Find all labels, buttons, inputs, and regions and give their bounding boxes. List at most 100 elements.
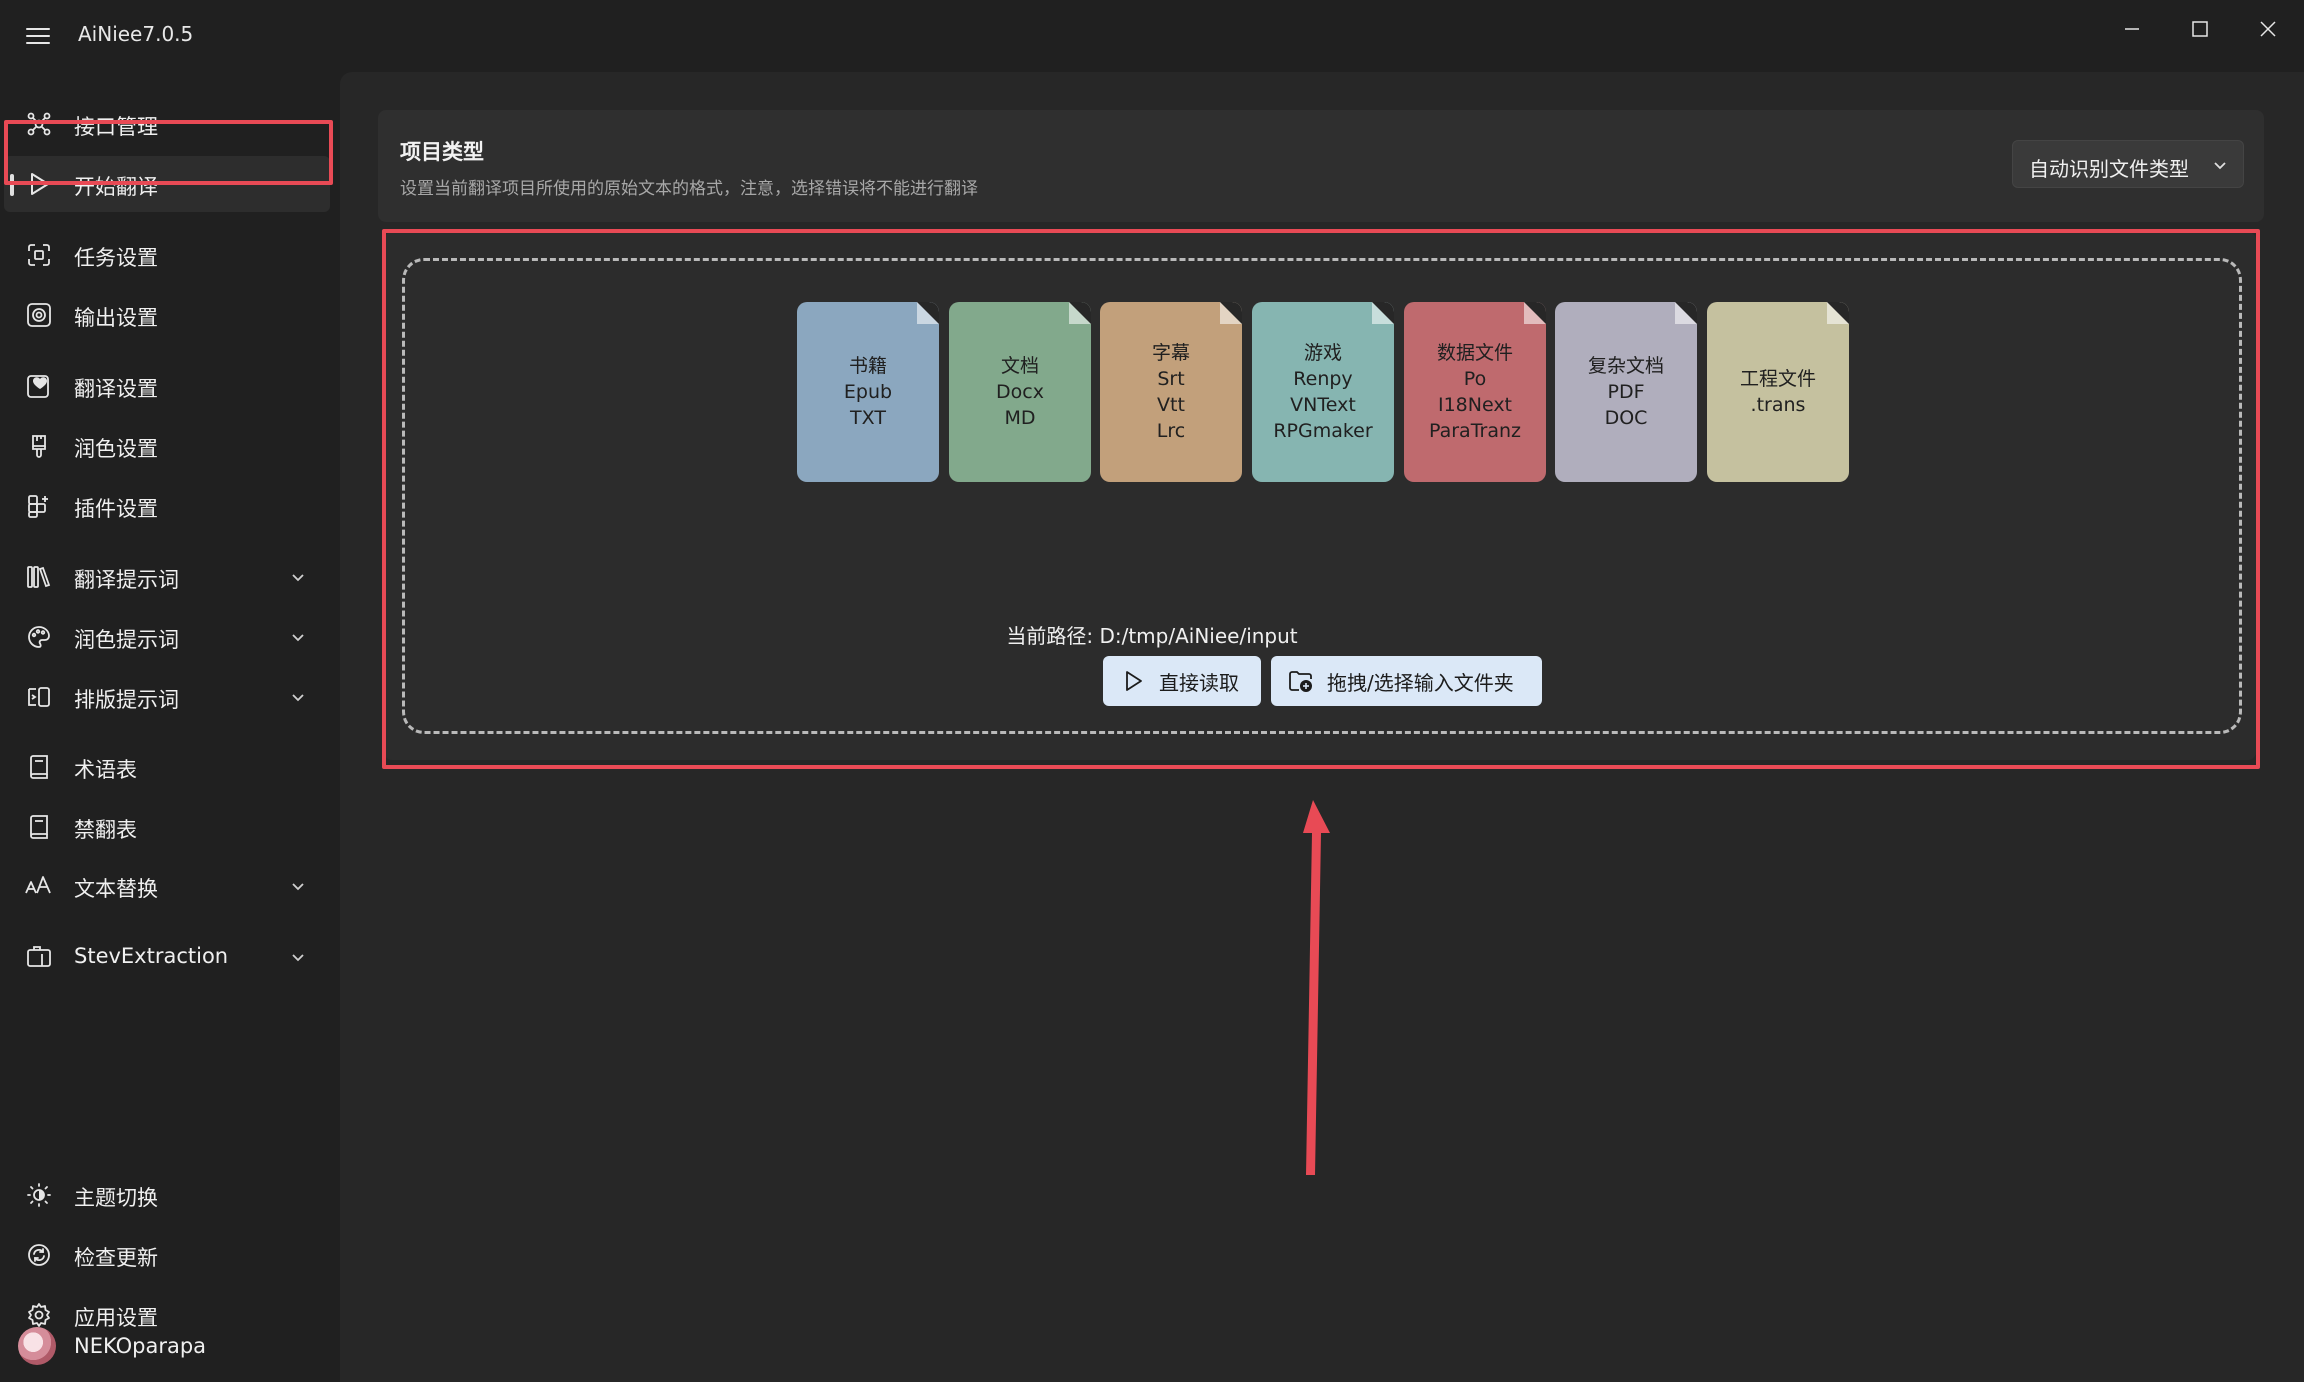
page-fold-icon [1372, 302, 1394, 324]
direct-read-label: 直接读取 [1159, 670, 1239, 695]
avatar[interactable] [18, 1327, 56, 1365]
file-type-line: PDF [1607, 381, 1645, 403]
maximize-icon [2192, 21, 2208, 37]
file-type-card-subtitle: 字幕 Srt Vtt Lrc [1100, 302, 1242, 482]
project-type-dropdown[interactable]: 自动识别文件类型 [2012, 140, 2244, 188]
file-type-card-document: 文档 Docx MD [949, 302, 1091, 482]
file-type-line: Epub [843, 381, 893, 403]
sidebar-item-label: 插件设置 [74, 497, 158, 521]
sidebar-item-label: 翻译提示词 [74, 568, 179, 592]
sidebar-item-plugin-settings[interactable]: 插件设置 [4, 478, 330, 534]
file-type-line: Docx [996, 381, 1044, 403]
play-icon [24, 170, 54, 198]
sidebar-item-start-translation[interactable]: 开始翻译 [4, 156, 330, 212]
file-type-line: RPGmaker [1273, 420, 1373, 442]
file-type-line: I18Next [1437, 394, 1513, 416]
file-type-line: TXT [850, 407, 886, 429]
sidebar-item-label: 禁翻表 [74, 818, 137, 842]
sidebar-item-label: 检查更新 [74, 1246, 158, 1270]
chevron-down-icon[interactable] [288, 876, 308, 896]
project-type-description: 设置当前翻译项目所使用的原始文本的格式，注意，选择错误将不能进行翻译 [400, 179, 978, 199]
file-type-line: Renpy [1293, 368, 1353, 390]
sidebar-item-check-update[interactable]: 检查更新 [4, 1227, 330, 1283]
sidebar-item-label: StevExtraction [74, 944, 229, 968]
window-title: AiNiee7.0.5 [78, 22, 194, 46]
file-type-line: 工程文件 [1739, 368, 1816, 390]
sidebar-item-label: 任务设置 [74, 246, 158, 270]
file-type-card-game: 游戏 Renpy VNText RPGmaker [1252, 302, 1394, 482]
project-type-selected: 自动识别文件类型 [2029, 157, 2189, 181]
file-type-line: 字幕 [1151, 342, 1190, 364]
file-type-card-complex-document: 复杂文档 PDF DOC [1555, 302, 1697, 482]
layout-icon [24, 683, 54, 711]
title-bar: AiNiee7.0.5 [0, 0, 2304, 72]
file-type-card-project: 工程文件 .trans [1707, 302, 1849, 482]
project-type-title: 项目类型 [400, 140, 484, 164]
hamburger-menu-icon[interactable] [20, 18, 56, 54]
file-type-line: 复杂文档 [1587, 355, 1664, 377]
page-fold-icon [1220, 302, 1242, 324]
sidebar-item-label: 接口管理 [74, 115, 158, 139]
sidebar-item-translation-prompt[interactable]: 翻译提示词 [4, 549, 330, 605]
file-type-line: Srt [1157, 368, 1185, 390]
sync-icon [24, 1241, 54, 1269]
selection-indicator [10, 174, 14, 196]
brightness-icon [24, 1181, 54, 1209]
file-type-line: Vtt [1157, 394, 1185, 416]
page-fold-icon [917, 302, 939, 324]
library-icon [24, 563, 54, 591]
sidebar-item-api-management[interactable]: 接口管理 [4, 96, 330, 152]
apps-add-icon [24, 492, 54, 520]
extract-icon [24, 943, 54, 971]
sidebar-item-output-settings[interactable]: 输出设置 [4, 287, 330, 343]
minimize-button[interactable] [2098, 6, 2166, 52]
select-input-folder-button[interactable]: 拖拽/选择输入文件夹 [1271, 656, 1542, 706]
close-button[interactable] [2234, 6, 2302, 52]
file-type-line: Lrc [1156, 420, 1186, 442]
close-icon [2260, 21, 2276, 37]
text-replace-icon [24, 872, 54, 900]
sidebar: 接口管理 开始翻译 任务设置 输出设置 翻译设置 润色设置 插件设置 翻译提示词… [0, 72, 340, 1382]
network-icon [24, 110, 54, 138]
page-fold-icon [1675, 302, 1697, 324]
page-fold-icon [1524, 302, 1546, 324]
file-type-line: VNText [1290, 394, 1356, 416]
sidebar-item-layout-prompt[interactable]: 排版提示词 [4, 669, 330, 725]
sidebar-item-polish-settings[interactable]: 润色设置 [4, 418, 330, 474]
sidebar-item-label: 排版提示词 [74, 688, 179, 712]
sidebar-item-label: 输出设置 [74, 306, 158, 330]
project-type-card: 项目类型 设置当前翻译项目所使用的原始文本的格式，注意，选择错误将不能进行翻译 … [378, 110, 2264, 222]
minimize-icon [2125, 28, 2139, 30]
file-type-card-book: 书籍 Epub TXT [797, 302, 939, 482]
book-icon [24, 813, 54, 841]
task-settings-icon [24, 241, 54, 269]
user-name[interactable]: NEKOparapa [74, 1334, 206, 1358]
sidebar-item-text-replace[interactable]: 文本替换 [4, 858, 330, 914]
chevron-down-icon[interactable] [288, 687, 308, 707]
current-path-label: 当前路径: D:/tmp/AiNiee/input [1006, 624, 1298, 648]
sidebar-item-theme-toggle[interactable]: 主题切换 [4, 1167, 330, 1223]
sidebar-item-task-settings[interactable]: 任务设置 [4, 227, 330, 283]
output-icon [24, 301, 54, 329]
sidebar-item-glossary[interactable]: 术语表 [4, 739, 330, 795]
maximize-button[interactable] [2166, 6, 2234, 52]
sidebar-item-label: 润色设置 [74, 437, 158, 461]
chevron-down-icon [2214, 162, 2226, 170]
sidebar-item-no-translate-list[interactable]: 禁翻表 [4, 799, 330, 855]
sidebar-item-translation-settings[interactable]: 翻译设置 [4, 358, 330, 414]
gear-icon [24, 1301, 54, 1329]
page-fold-icon [1069, 302, 1091, 324]
sidebar-item-label: 应用设置 [74, 1306, 158, 1330]
file-type-line: Po [1463, 368, 1487, 390]
sidebar-item-label: 翻译设置 [74, 377, 158, 401]
brush-icon [24, 432, 54, 460]
chevron-down-icon[interactable] [288, 947, 308, 967]
sidebar-item-label: 开始翻译 [74, 175, 158, 199]
sidebar-item-stev-extraction[interactable]: StevExtraction [4, 929, 330, 985]
direct-read-button[interactable]: 直接读取 [1103, 656, 1261, 706]
file-type-line: DOC [1604, 407, 1648, 429]
file-type-line: .trans [1750, 394, 1806, 416]
heart-icon [24, 372, 54, 400]
chevron-down-icon[interactable] [288, 567, 308, 587]
file-type-line: 书籍 [848, 355, 887, 377]
